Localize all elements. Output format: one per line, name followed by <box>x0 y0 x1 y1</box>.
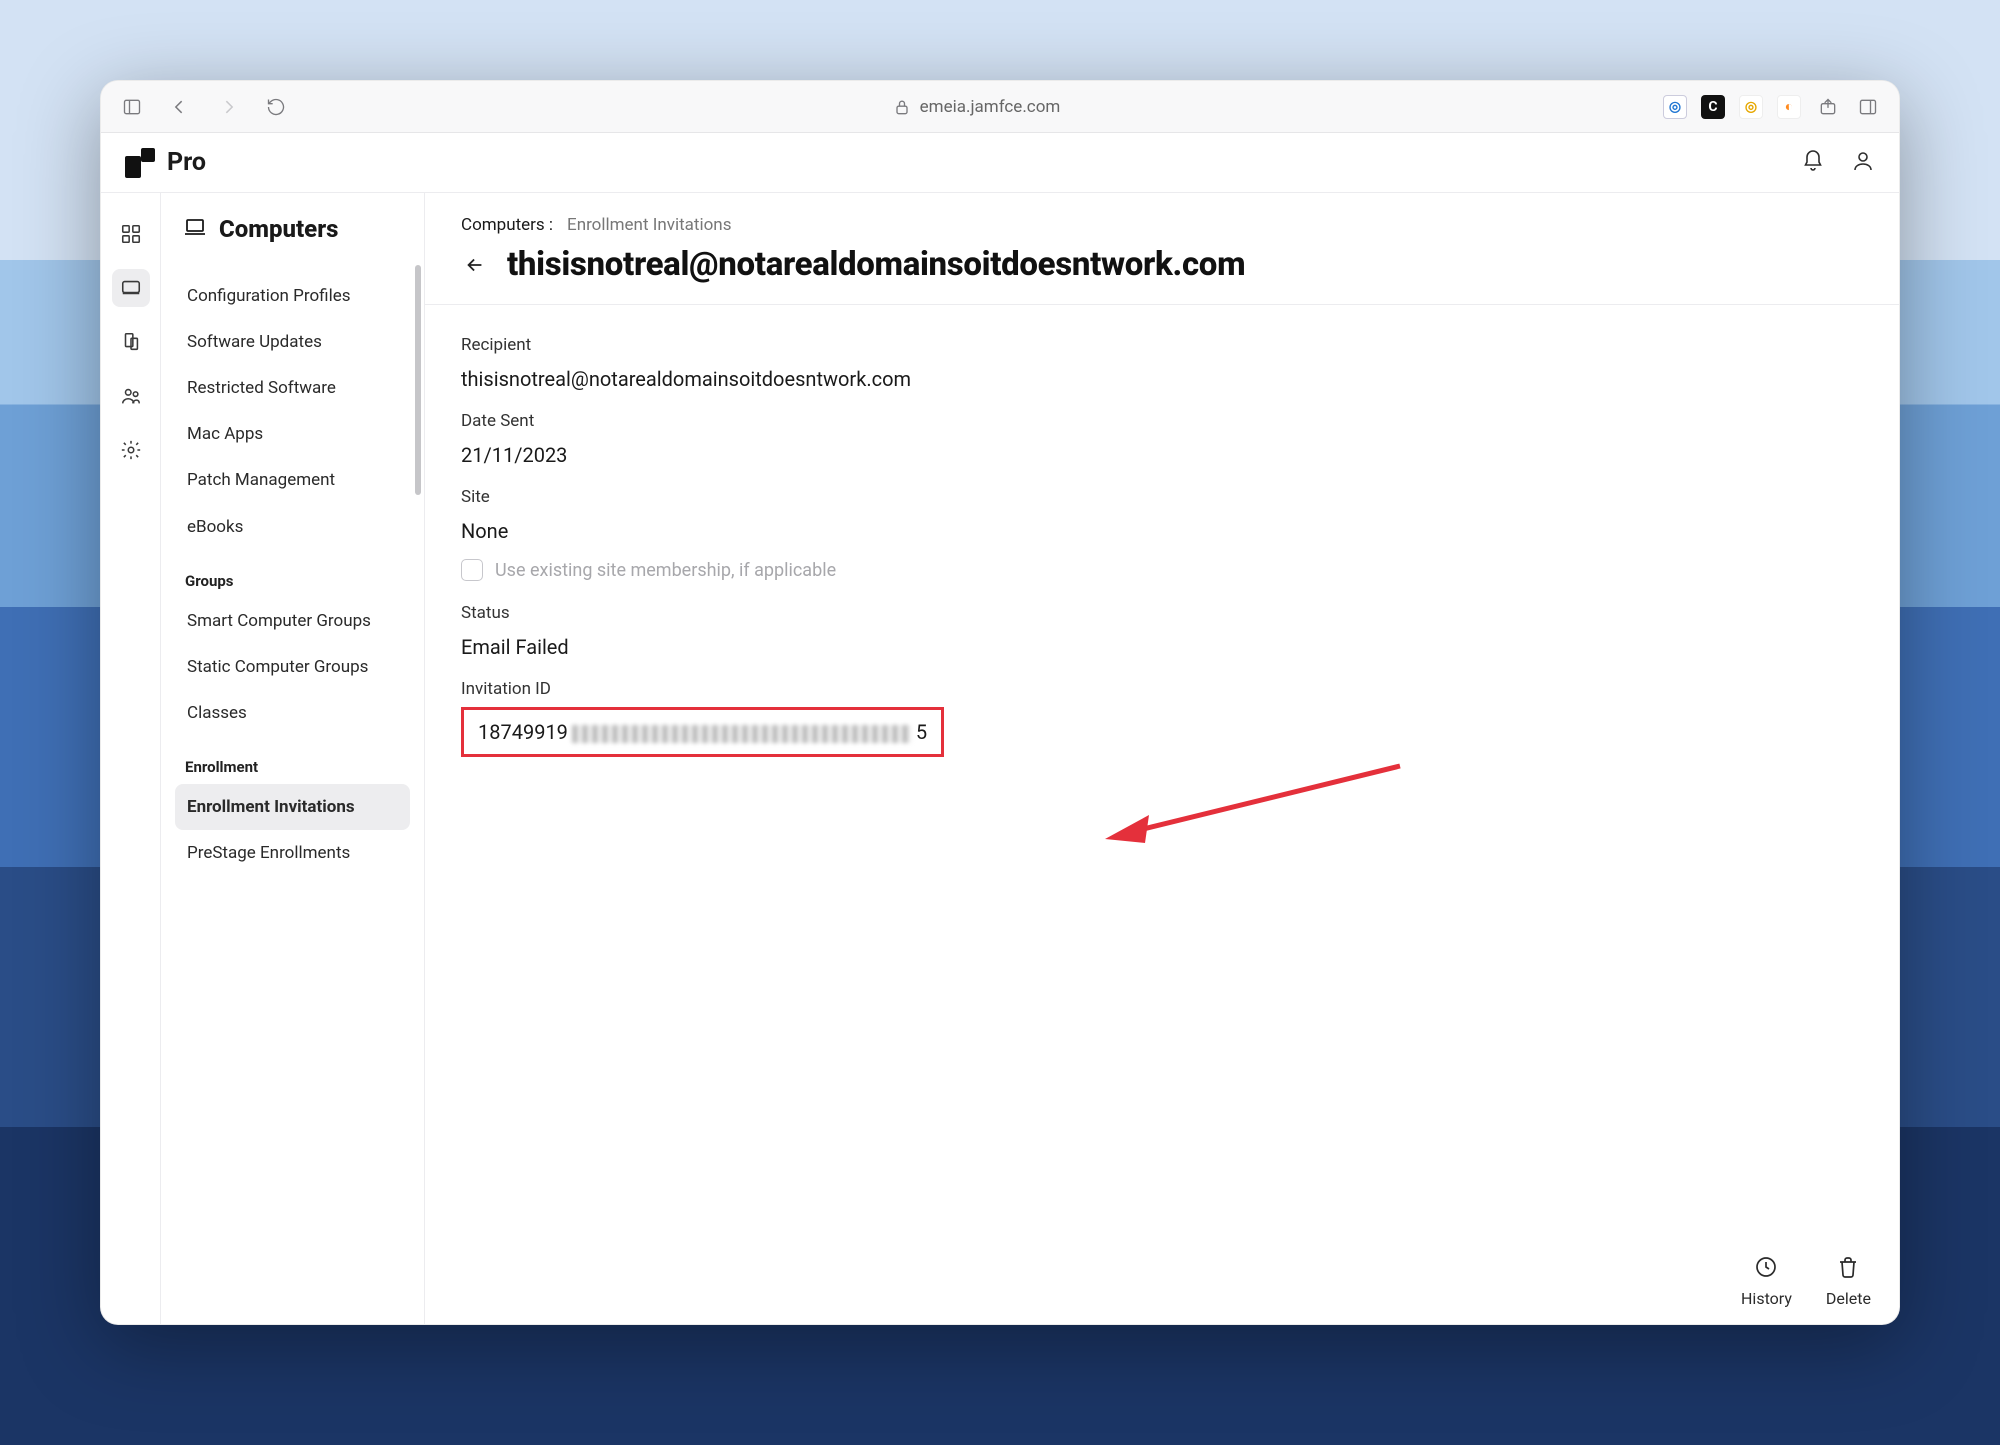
value-date-sent: 21/11/2023 <box>461 443 1863 467</box>
rail-devices[interactable] <box>112 323 150 361</box>
use-existing-site-checkbox[interactable] <box>461 559 483 581</box>
value-site: None <box>461 519 1863 543</box>
share-icon[interactable] <box>1815 94 1841 120</box>
label-date-sent: Date Sent <box>461 411 1863 431</box>
label-invitation-id: Invitation ID <box>461 679 1863 699</box>
sidebar-item-smart-groups[interactable]: Smart Computer Groups <box>175 598 410 644</box>
sidebar-item-mac-apps[interactable]: Mac Apps <box>175 411 410 457</box>
sidebar: Computers Policies Configuration Profile… <box>161 193 425 1324</box>
breadcrumb: Computers : Enrollment Invitations <box>461 215 1863 235</box>
use-existing-site-label: Use existing site membership, if applica… <box>495 560 836 581</box>
sidebar-item-patch-management[interactable]: Patch Management <box>175 457 410 503</box>
lock-icon <box>892 97 912 117</box>
sidebar-item-prestage-enrollments[interactable]: PreStage Enrollments <box>175 830 410 876</box>
chrome-left <box>119 94 289 120</box>
trash-icon <box>1836 1255 1860 1283</box>
rail-computers[interactable] <box>112 269 150 307</box>
content-body: Recipient thisisnotreal@notarealdomainso… <box>425 305 1899 793</box>
sidebar-item-policies[interactable]: Policies <box>175 261 410 273</box>
delete-label: Delete <box>1826 1289 1871 1308</box>
sidebar-item-ebooks[interactable]: eBooks <box>175 504 410 550</box>
label-recipient: Recipient <box>461 335 1863 355</box>
sidebar-scroll[interactable]: Policies Configuration Profiles Software… <box>161 261 424 1324</box>
history-button[interactable]: History <box>1741 1255 1792 1308</box>
invitation-id-suffix: 5 <box>916 720 927 744</box>
sidebar-title: Computers <box>219 215 338 243</box>
workspace: Computers Policies Configuration Profile… <box>101 193 1899 1324</box>
notifications-icon[interactable] <box>1801 149 1825 177</box>
value-status: Email Failed <box>461 635 1863 659</box>
sidebar-item-classes[interactable]: Classes <box>175 690 410 736</box>
label-status: Status <box>461 603 1863 623</box>
history-icon <box>1754 1255 1778 1283</box>
content-footer: History Delete <box>1741 1255 1871 1308</box>
sidebar-toggle-icon[interactable] <box>119 94 145 120</box>
reload-icon[interactable] <box>263 94 289 120</box>
sidebar-item-software-updates[interactable]: Software Updates <box>175 319 410 365</box>
main-content: Computers : Enrollment Invitations thisi… <box>425 193 1899 1324</box>
back-button[interactable] <box>461 251 489 279</box>
extension-3-icon[interactable]: ◎ <box>1739 95 1763 119</box>
account-icon[interactable] <box>1851 149 1875 177</box>
invitation-id-box: 18749919 5 <box>461 707 944 757</box>
app-header: Pro <box>101 133 1899 193</box>
extension-2-icon[interactable]: C <box>1701 95 1725 119</box>
content-header: Computers : Enrollment Invitations thisi… <box>425 193 1899 305</box>
sidebar-title-row: Computers <box>161 193 424 261</box>
extension-1-icon[interactable]: ◎ <box>1663 95 1687 119</box>
invitation-id-prefix: 18749919 <box>478 720 568 744</box>
use-existing-site-row[interactable]: Use existing site membership, if applica… <box>461 559 1863 581</box>
history-label: History <box>1741 1289 1792 1308</box>
brand-logo-icon <box>125 148 155 178</box>
rail-settings[interactable] <box>112 431 150 469</box>
sidebar-item-enrollment-invitations[interactable]: Enrollment Invitations <box>175 784 410 830</box>
rail-dashboard[interactable] <box>112 215 150 253</box>
extension-4-icon[interactable]: ◐ <box>1777 95 1801 119</box>
nav-back-icon[interactable] <box>167 94 193 120</box>
sidebar-group-groups: Groups <box>175 550 410 598</box>
browser-window: emeia.jamfce.com ◎ C ◎ ◐ Pro <box>100 80 1900 1325</box>
sidebar-item-restricted-software[interactable]: Restricted Software <box>175 365 410 411</box>
brand[interactable]: Pro <box>125 148 206 178</box>
address-url: emeia.jamfce.com <box>920 97 1061 117</box>
sidebar-item-configuration-profiles[interactable]: Configuration Profiles <box>175 273 410 319</box>
annotation-arrow <box>1105 761 1405 855</box>
page-title: thisisnotreal@notarealdomainsoitdoesntwo… <box>507 245 1245 284</box>
label-site: Site <box>461 487 1863 507</box>
nav-forward-icon <box>215 94 241 120</box>
laptop-icon <box>183 215 207 243</box>
delete-button[interactable]: Delete <box>1826 1255 1871 1308</box>
breadcrumb-secondary[interactable]: Enrollment Invitations <box>567 215 731 235</box>
sidebar-group-enrollment: Enrollment <box>175 736 410 784</box>
breadcrumb-primary[interactable]: Computers : <box>461 215 553 235</box>
value-recipient: thisisnotreal@notarealdomainsoitdoesntwo… <box>461 367 1863 391</box>
nav-rail <box>101 193 161 1324</box>
address-bar[interactable]: emeia.jamfce.com <box>289 97 1663 117</box>
rail-users[interactable] <box>112 377 150 415</box>
browser-chrome: emeia.jamfce.com ◎ C ◎ ◐ <box>101 81 1899 133</box>
chrome-right: ◎ C ◎ ◐ <box>1663 94 1881 120</box>
sidebar-item-static-groups[interactable]: Static Computer Groups <box>175 644 410 690</box>
brand-name: Pro <box>167 148 206 177</box>
invitation-id-redacted <box>572 725 912 743</box>
tabs-icon[interactable] <box>1855 94 1881 120</box>
